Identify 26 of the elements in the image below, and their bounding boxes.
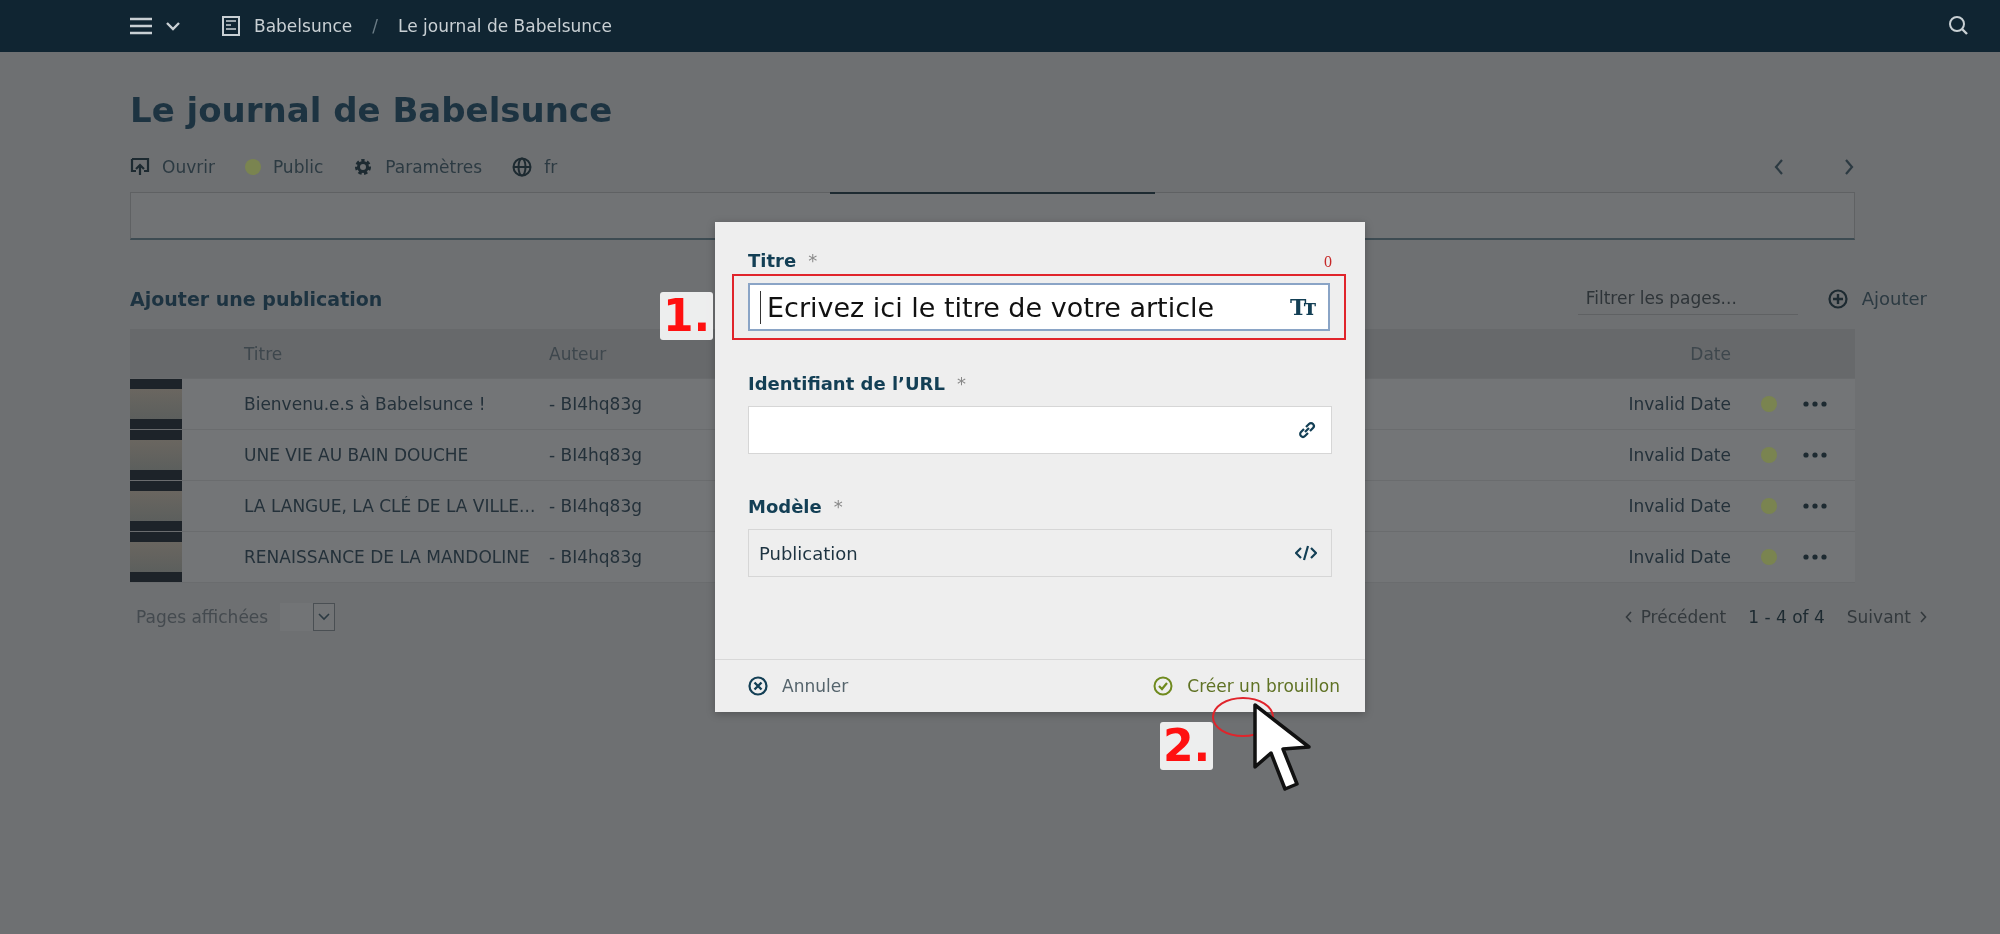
table-cell-text: UNE VIE AU BAIN DOUCHE — [243, 445, 470, 465]
table-cell-text: LA LANGUE, LA CLÉ DE LA VILLE... — [243, 496, 535, 516]
required-mark: * — [833, 496, 843, 517]
field-label: Titre — [748, 250, 797, 271]
table-cell-text: - BI4hq83g — [548, 445, 644, 465]
page-range: 1 - 4 of 4 — [1748, 607, 1825, 627]
table-cell-text: - BI4hq83g — [548, 496, 644, 516]
table-cell-text: Invalid Date — [1627, 496, 1732, 516]
table-cell-text: - BI4hq83g — [548, 547, 644, 567]
text-size-icon: Tт — [1290, 294, 1314, 320]
table-cell-text: Bienvenu.e.s à Babelsunce ! — [243, 394, 487, 414]
character-counter: 0 — [1324, 253, 1332, 271]
required-mark: * — [808, 250, 818, 271]
table-cell-text: RENAISSANCE DE LA MANDOLINE — [243, 547, 531, 567]
page-title: Le journal de Babelsunce — [130, 90, 614, 130]
table-cell-text: Invalid Date — [1627, 394, 1732, 414]
step-number: 1. — [660, 292, 714, 340]
table-cell-text: Invalid Date — [1627, 445, 1732, 465]
table-cell-text: - BI4hq83g — [548, 394, 644, 414]
section-title: Ajouter une publication — [130, 287, 383, 310]
field-label: Modèle — [748, 496, 822, 517]
step-number: 2. — [1160, 722, 1214, 770]
required-mark: * — [956, 373, 966, 394]
field-label: Identifiant de l’URL — [748, 373, 945, 394]
breadcrumb-separator: / — [372, 16, 378, 36]
table-cell-text: Invalid Date — [1627, 547, 1732, 567]
